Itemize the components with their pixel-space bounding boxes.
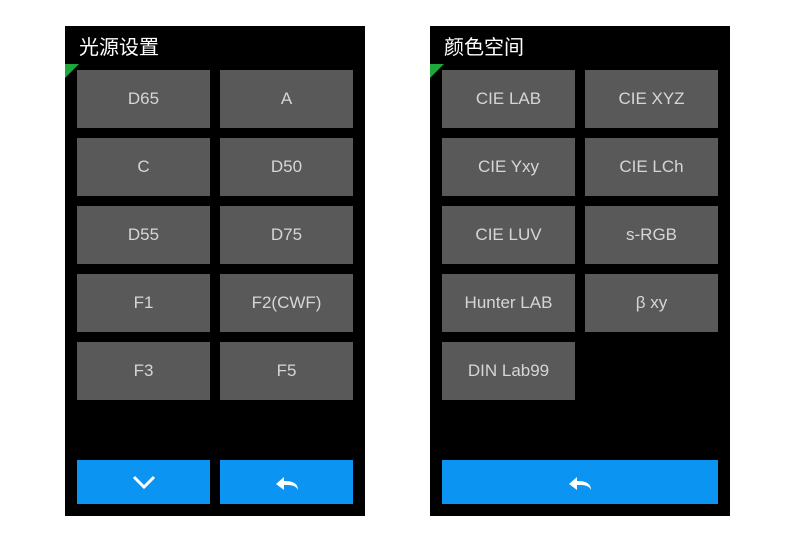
option-label: CIE XYZ: [618, 89, 684, 109]
option-label: F5: [277, 361, 297, 381]
screen-title: 光源设置: [65, 26, 365, 64]
option-button[interactable]: F3: [77, 342, 210, 400]
option-button[interactable]: F5: [220, 342, 353, 400]
option-button[interactable]: D65: [77, 70, 210, 128]
option-button[interactable]: D75: [220, 206, 353, 264]
screen-title: 颜色空间: [430, 26, 730, 64]
screen-title-text: 光源设置: [79, 31, 159, 60]
option-button[interactable]: D50: [220, 138, 353, 196]
options-area: CIE LAB CIE XYZ CIE Yxy CIE LCh CIE LUV …: [430, 64, 730, 400]
option-button[interactable]: DIN Lab99: [442, 342, 575, 400]
option-label: s-RGB: [626, 225, 677, 245]
option-button[interactable]: Hunter LAB: [442, 274, 575, 332]
back-button[interactable]: [442, 460, 718, 504]
option-label: F3: [134, 361, 154, 381]
option-label: CIE LUV: [475, 225, 541, 245]
option-label: β xy: [636, 293, 668, 313]
option-label: D55: [128, 225, 159, 245]
options-grid: CIE LAB CIE XYZ CIE Yxy CIE LCh CIE LUV …: [442, 70, 718, 400]
option-button[interactable]: A: [220, 70, 353, 128]
option-label: C: [137, 157, 149, 177]
option-label: D50: [271, 157, 302, 177]
chevron-down-icon: [130, 473, 158, 491]
option-button[interactable]: D55: [77, 206, 210, 264]
option-label: CIE LCh: [619, 157, 683, 177]
color-space-screen: 颜色空间 CIE LAB CIE XYZ CIE Yxy CIE LCh CIE…: [430, 26, 730, 516]
option-button[interactable]: CIE LUV: [442, 206, 575, 264]
option-label: D75: [271, 225, 302, 245]
option-label: F1: [134, 293, 154, 313]
options-area: D65 A C D50 D55 D75 F1 F2(CWF) F3 F5: [65, 64, 365, 400]
back-button[interactable]: [220, 460, 353, 504]
option-label: Hunter LAB: [465, 293, 553, 313]
bottom-bar: [77, 460, 353, 504]
option-button[interactable]: CIE LCh: [585, 138, 718, 196]
option-label: D65: [128, 89, 159, 109]
selection-indicator-icon: [65, 64, 79, 78]
option-button[interactable]: s-RGB: [585, 206, 718, 264]
option-label: CIE LAB: [476, 89, 541, 109]
option-button[interactable]: CIE XYZ: [585, 70, 718, 128]
option-button[interactable]: F2(CWF): [220, 274, 353, 332]
back-arrow-icon: [272, 472, 302, 492]
option-label: CIE Yxy: [478, 157, 539, 177]
option-button[interactable]: CIE Yxy: [442, 138, 575, 196]
options-grid: D65 A C D50 D55 D75 F1 F2(CWF) F3 F5: [77, 70, 353, 400]
option-button[interactable]: β xy: [585, 274, 718, 332]
option-label: A: [281, 89, 292, 109]
selection-indicator-icon: [430, 64, 444, 78]
bottom-bar: [442, 460, 718, 504]
page-down-button[interactable]: [77, 460, 210, 504]
back-arrow-icon: [565, 472, 595, 492]
option-button[interactable]: C: [77, 138, 210, 196]
option-label: DIN Lab99: [468, 361, 549, 381]
option-label: F2(CWF): [252, 293, 322, 313]
option-button[interactable]: CIE LAB: [442, 70, 575, 128]
option-button[interactable]: F1: [77, 274, 210, 332]
screen-title-text: 颜色空间: [444, 31, 524, 60]
illuminant-settings-screen: 光源设置 D65 A C D50 D55 D75 F1 F2(CWF) F3 F…: [65, 26, 365, 516]
